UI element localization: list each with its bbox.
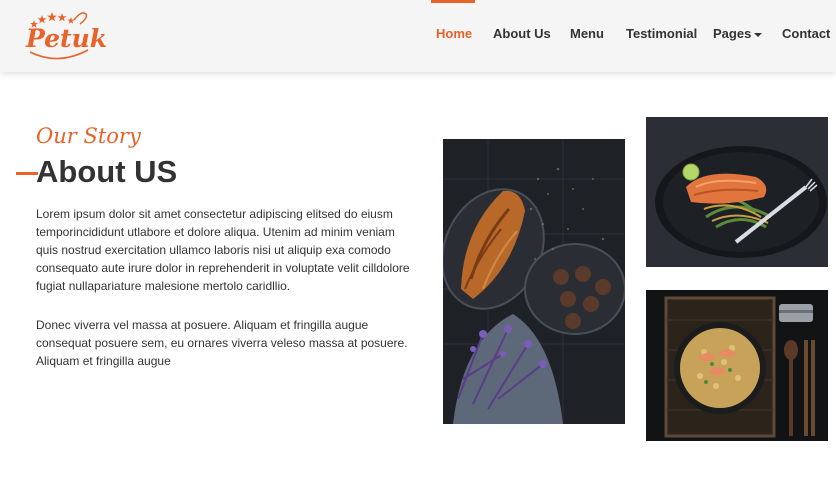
section-title: About US bbox=[36, 154, 178, 189]
nav-item-about-us[interactable]: About Us bbox=[493, 26, 551, 41]
nav-item-contact[interactable]: Contact bbox=[782, 26, 830, 41]
brand-logo[interactable]: Petuk bbox=[22, 6, 107, 64]
title-accent-dash bbox=[16, 172, 38, 175]
nav-item-testimonial[interactable]: Testimonial bbox=[626, 26, 697, 41]
salmon-plate-photo bbox=[646, 117, 828, 267]
about-paragraph-1: Lorem ipsum dolor sit amet consectetur a… bbox=[36, 207, 410, 293]
shrimp-rice-photo bbox=[646, 290, 828, 441]
nav-item-menu[interactable]: Menu bbox=[570, 26, 604, 41]
brand-name: Petuk bbox=[26, 24, 108, 53]
nav-item-home[interactable]: Home bbox=[436, 26, 472, 41]
section-eyebrow: Our Story bbox=[36, 124, 141, 148]
nav-item-pages[interactable]: Pages bbox=[713, 26, 763, 41]
chevron-down-icon bbox=[754, 32, 763, 37]
nav-active-indicator bbox=[431, 0, 475, 3]
about-paragraph-2: Donec viverra vel massa at posuere. Aliq… bbox=[36, 318, 408, 368]
nav-item-pages-label: Pages bbox=[713, 26, 752, 41]
navbar: Petuk Home About Us Menu Testimonial Pag… bbox=[0, 0, 836, 72]
croissant-photo bbox=[443, 139, 625, 424]
